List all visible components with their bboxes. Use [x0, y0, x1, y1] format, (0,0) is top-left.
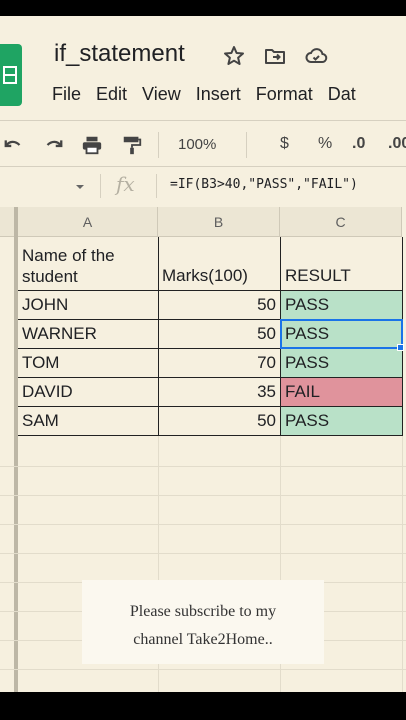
- subscribe-line1: Please subscribe to my: [129, 603, 277, 620]
- cell-marks[interactable]: 70: [162, 353, 276, 373]
- undo-icon[interactable]: [2, 134, 26, 156]
- cell-result[interactable]: PASS: [285, 295, 329, 315]
- bottom-black-bar: [0, 692, 406, 720]
- toolbar-bottom-divider: [0, 166, 406, 167]
- print-icon[interactable]: [80, 134, 104, 156]
- grid-line: [0, 466, 406, 467]
- grid-line: [0, 524, 406, 525]
- cell-marks[interactable]: 35: [162, 382, 276, 402]
- menu-file[interactable]: File: [52, 84, 81, 105]
- star-icon[interactable]: [222, 44, 246, 68]
- move-to-folder-icon[interactable]: [263, 44, 287, 68]
- cell-name[interactable]: SAM: [22, 411, 59, 431]
- menu-data[interactable]: Dat: [328, 84, 356, 105]
- cell-name[interactable]: WARNER: [22, 324, 97, 344]
- subscribe-line2: channel Take2Home..: [133, 631, 273, 648]
- table-border: [18, 406, 402, 407]
- menu-insert[interactable]: Insert: [196, 84, 241, 105]
- cell-name[interactable]: DAVID: [22, 382, 73, 402]
- column-header-b[interactable]: B: [158, 207, 280, 237]
- cell-marks[interactable]: 50: [162, 411, 276, 431]
- toolbar-divider: [158, 132, 159, 158]
- cloud-status-icon[interactable]: [304, 44, 328, 68]
- zoom-select[interactable]: 100%: [178, 136, 216, 158]
- header-name-line1: Name of the: [22, 246, 115, 265]
- table-border: [18, 290, 402, 291]
- column-header-c[interactable]: C: [280, 207, 402, 237]
- decrease-decimal-button[interactable]: .0: [352, 135, 365, 157]
- formula-bar-divider: [156, 174, 157, 198]
- table-border: [18, 435, 402, 436]
- fill-handle[interactable]: [397, 344, 404, 351]
- grid-line: [0, 669, 406, 670]
- cell-marks[interactable]: 50: [162, 324, 276, 344]
- table-border: [18, 377, 402, 378]
- header-divider: [0, 120, 406, 121]
- header-cell-result[interactable]: RESULT: [285, 266, 351, 286]
- active-cell-selection[interactable]: [280, 319, 403, 349]
- currency-format-button[interactable]: $: [280, 135, 289, 157]
- redo-icon[interactable]: [40, 134, 66, 156]
- cell-result[interactable]: PASS: [285, 411, 329, 431]
- menu-format[interactable]: Format: [256, 84, 313, 105]
- percent-format-button[interactable]: %: [318, 135, 332, 157]
- cell-name[interactable]: TOM: [22, 353, 59, 373]
- header-name-line2: student: [22, 267, 78, 286]
- table-border: [158, 237, 159, 436]
- menu-bar: File Edit View Insert Format Dat: [52, 84, 371, 105]
- fx-icon: fx: [116, 172, 135, 196]
- cell-result[interactable]: FAIL: [285, 382, 320, 402]
- header-cell-name[interactable]: Name of the student: [22, 245, 115, 287]
- name-box-dropdown-icon[interactable]: [74, 182, 86, 192]
- cell-result[interactable]: PASS: [285, 353, 329, 373]
- menu-view[interactable]: View: [142, 84, 181, 105]
- sheets-logo-icon[interactable]: [0, 44, 22, 106]
- cell-name[interactable]: JOHN: [22, 295, 68, 315]
- grid-line: [0, 495, 406, 496]
- increase-decimal-button[interactable]: .00: [388, 135, 406, 157]
- formula-bar: fx =IF(B3>40,"PASS","FAIL"): [0, 172, 406, 202]
- header-cell-marks[interactable]: Marks(100): [162, 266, 248, 286]
- paint-format-icon[interactable]: [120, 134, 144, 156]
- toolbar: 100% $ % .0 .00: [0, 126, 406, 164]
- menu-edit[interactable]: Edit: [96, 84, 127, 105]
- grid-line: [0, 553, 406, 554]
- formula-bar-divider: [100, 174, 101, 198]
- formula-input[interactable]: =IF(B3>40,"PASS","FAIL"): [170, 177, 358, 192]
- subscribe-overlay: Please subscribe to my channel Take2Home…: [82, 580, 324, 664]
- cell-marks[interactable]: 50: [162, 295, 276, 315]
- toolbar-divider: [246, 132, 247, 158]
- top-black-bar: [0, 0, 406, 16]
- frozen-column-divider: [14, 207, 18, 692]
- column-header-a[interactable]: A: [18, 207, 158, 237]
- document-title[interactable]: if_statement: [54, 40, 185, 68]
